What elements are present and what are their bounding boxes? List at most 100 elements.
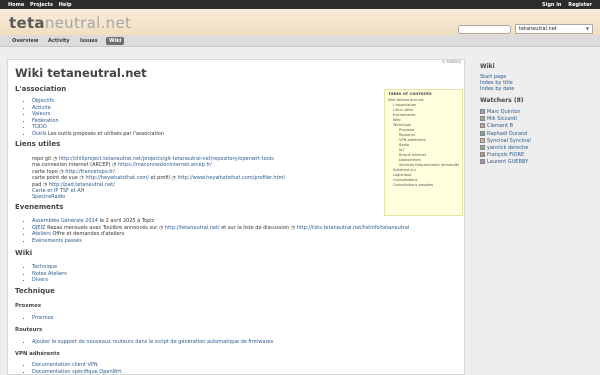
link-pad[interactable]: http://pad.tetaneutral.net/: [49, 182, 115, 188]
history-link[interactable]: ◴ History: [441, 59, 461, 64]
link-routeurs-support[interactable]: Ajouter le support de nouveaux routeurs …: [32, 339, 273, 345]
liens-list: repo git ◔ http://chiliproject.tetaneutr…: [32, 156, 285, 201]
home-link[interactable]: Home: [8, 2, 24, 8]
avatar: [480, 123, 485, 129]
section-evenements-heading: Evenements: [15, 203, 64, 211]
avatar: [480, 137, 485, 143]
link-carte-ip[interactable]: Carte et IP TSF et AH: [32, 188, 84, 194]
project-jump-value: tetaneutral.net: [519, 26, 557, 32]
link-doc-client-vpn[interactable]: Documentation client VPN: [32, 362, 98, 368]
avatar: [480, 145, 485, 151]
watcher-link[interactable]: yannick deroche: [487, 145, 528, 151]
list-item: Divers: [32, 277, 67, 284]
link-outils[interactable]: Outils: [32, 131, 46, 137]
event-description: Repas mensuels avec Toulibre annoncés su…: [45, 224, 159, 231]
wiki-content: ◴ History Wiki tetaneutral.net L'associa…: [7, 59, 465, 375]
link-profiler[interactable]: http://www.heywhatsthat.com/profiler.htm…: [177, 175, 284, 181]
section-association-heading: L'association: [15, 85, 67, 93]
watcher-link[interactable]: Raphaël Durand: [487, 131, 527, 137]
project-jump-select[interactable]: tetaneutral.net ▼: [515, 24, 593, 34]
projects-link[interactable]: Projects: [30, 2, 53, 8]
liens-label: carte point de vue: [32, 175, 78, 182]
link-francetopo[interactable]: http://francetopo.fr/: [65, 169, 114, 175]
link-repo-git[interactable]: http://chiliproject.tetaneutral.net/proj…: [59, 156, 274, 162]
event-description: le 2 avril 2025 à Topic: [97, 218, 155, 224]
list-item: Evénements passés: [32, 238, 409, 245]
link-notes-ateliers[interactable]: Notes Ateliers: [32, 271, 67, 277]
link-tetaneutral-site[interactable]: http://tetaneutral.net/: [165, 225, 220, 231]
link-assemblee-generale[interactable]: Assemblée Générale 2024: [32, 218, 98, 224]
link-todo[interactable]: TODO: [32, 124, 47, 130]
list-item: Ajouter le support de nouveaux routeurs …: [32, 339, 273, 346]
link-divers[interactable]: Divers: [32, 277, 48, 283]
toc-item[interactable]: Consultations passées: [388, 183, 459, 188]
help-link[interactable]: Help: [59, 2, 72, 8]
watcher-link[interactable]: Clement B: [487, 123, 513, 129]
sidebar: Wiki Start page Index by title Index by …: [474, 59, 598, 375]
link-proxmox[interactable]: Proxmox: [32, 315, 53, 321]
avatar: [480, 159, 485, 165]
main-menu: Overview Activity Issues Wiki: [0, 35, 600, 47]
link-spectreradio[interactable]: SpectreRadio: [32, 194, 65, 200]
external-link-icon: ◔: [290, 224, 296, 231]
subsection-routeurs-heading: Routeurs: [15, 327, 43, 333]
watcher-item: Marc Quinton: [480, 109, 531, 116]
link-doc-openwrt[interactable]: Documentation spécifique OpenWrt: [32, 369, 121, 375]
event-description: Offre et demandes d'ateliers: [50, 231, 125, 237]
watcher-link[interactable]: Mik Siccardi: [487, 116, 517, 122]
watcher-item: François FIORE: [480, 152, 531, 159]
history-icon: ◴: [441, 59, 446, 64]
tab-activity[interactable]: Activity: [45, 37, 73, 45]
link-activite[interactable]: Activite: [32, 105, 51, 111]
section-technique-heading: Technique: [15, 287, 55, 295]
link-evenements-passes[interactable]: Evénements passés: [32, 238, 82, 244]
watcher-item: Clement B: [480, 123, 531, 130]
external-link-icon: ◔: [79, 175, 84, 182]
routeurs-list: Ajouter le support de nouveaux routeurs …: [32, 339, 273, 346]
list-item: SpectreRadio: [32, 194, 285, 200]
external-link-icon: ◔: [158, 224, 164, 231]
link-mailing-list[interactable]: http://lists.tetaneutral.net/listinfo/te…: [297, 225, 410, 231]
watcher-link[interactable]: Syncinal Syncinal: [487, 138, 531, 144]
tab-overview[interactable]: Overview: [9, 37, 41, 45]
liens-label: pad: [32, 181, 42, 188]
link-technique[interactable]: Technique: [32, 264, 57, 270]
link-index-by-date[interactable]: Index by date: [480, 86, 514, 92]
watcher-link[interactable]: Laurent GUERBY: [487, 159, 528, 165]
liens-label: ma connexion internet (ARCEP): [32, 162, 111, 169]
top-menu: Home Projects Help Sign in Register: [0, 0, 600, 9]
section-wiki-heading: Wiki: [15, 249, 33, 257]
watcher-item: Raphaël Durand: [480, 130, 531, 138]
sign-in-link[interactable]: Sign in: [542, 2, 561, 8]
vpn-list: Documentation client VPN Documentation s…: [32, 362, 121, 375]
logo-text-dark: teta: [9, 14, 45, 32]
register-link[interactable]: Register: [568, 2, 592, 8]
watcher-link[interactable]: François FIORE: [487, 152, 524, 158]
liens-label: carte topo: [32, 168, 58, 175]
link-valeurs[interactable]: Valeurs: [32, 111, 50, 117]
header: tetaneutral.net tetaneutral.net ▼: [0, 9, 600, 35]
link-arcep[interactable]: https://maconnexioninternet.arcep.fr/: [118, 162, 212, 168]
link-ateliers[interactable]: Ateliers: [32, 231, 51, 237]
link-federation[interactable]: Fédération: [32, 118, 59, 124]
wiki-list: Technique Notes Ateliers Divers: [32, 264, 67, 284]
link-heywhatsthat[interactable]: http://heywhatsthat.com/: [85, 175, 149, 181]
avatar: [480, 116, 485, 122]
subsection-vpn-heading: VPN adhérents: [15, 351, 60, 357]
search-input[interactable]: [458, 25, 511, 34]
link-objectifs[interactable]: Objectifs: [32, 98, 54, 104]
logo-text-light: neutral.net: [44, 14, 132, 32]
watcher-item: Syncinal Syncinal: [480, 137, 531, 145]
link-ojeiz[interactable]: OJEIZ: [32, 225, 45, 231]
watcher-link[interactable]: Marc Quinton: [487, 109, 521, 115]
watcher-item: Mik Siccardi: [480, 116, 531, 123]
watchers-heading: Watchers (8): [480, 97, 524, 104]
external-link-icon: ◔: [171, 175, 176, 182]
history-label: History: [446, 59, 461, 64]
tab-issues[interactable]: Issues: [77, 37, 101, 45]
table-of-contents: Table of contents Wiki tetaneutral.net L…: [384, 89, 463, 216]
sidebar-heading: Wiki: [480, 63, 495, 70]
site-logo[interactable]: tetaneutral.net: [9, 14, 131, 32]
watcher-item: Laurent GUERBY: [480, 159, 531, 166]
tab-wiki[interactable]: Wiki: [106, 37, 125, 45]
